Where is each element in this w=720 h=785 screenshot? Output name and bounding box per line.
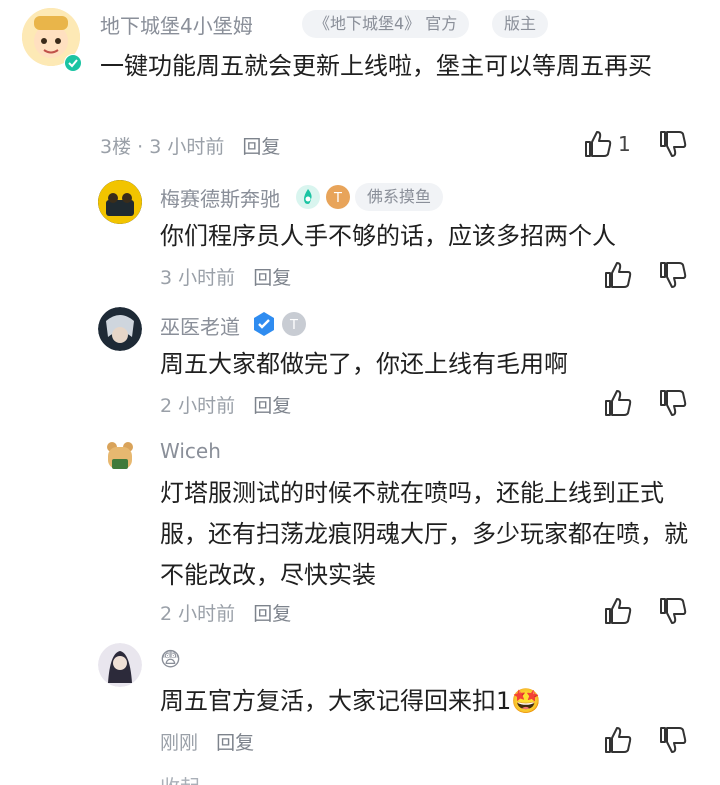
dislike-icon[interactable] [657, 258, 691, 292]
comment-meta: 3楼 · 3 小时前 回复 [100, 136, 281, 158]
level-badge-icon: T [281, 311, 307, 337]
official-tag: 《地下城堡4》 官方 [302, 10, 470, 38]
like-count: 1 [618, 132, 631, 156]
username[interactable]: 梅赛德斯奔驰 [160, 183, 280, 212]
collapse-replies-button[interactable]: 收起 [160, 771, 200, 785]
like-icon[interactable] [602, 258, 636, 292]
avatar[interactable] [98, 307, 142, 351]
avatar[interactable] [98, 435, 142, 479]
dislike-icon[interactable] [657, 127, 691, 161]
avatar[interactable] [98, 643, 142, 687]
dislike-icon[interactable] [657, 723, 691, 757]
user-tag: 佛系摸鱼 [355, 183, 444, 211]
avatar[interactable] [98, 180, 142, 224]
comment-text: 你们程序员人手不够的话，应该多招两个人 [160, 222, 616, 250]
reply-button[interactable]: 回复 [253, 603, 291, 625]
comment-meta: 3 小时前 回复 [160, 263, 291, 290]
dislike-icon[interactable] [657, 386, 691, 420]
flame-badge-icon [295, 184, 321, 210]
username[interactable]: Wiceh [160, 439, 221, 463]
like-icon[interactable] [602, 723, 636, 757]
moderator-tag: 版主 [492, 10, 549, 38]
comment-text: 灯塔服测试的时候不就在喷吗，还能上线到正式服，还有扫荡龙痕阴魂大厅，多少玩家都在… [160, 479, 688, 589]
username[interactable]: 地下城堡4小堡姆 [100, 10, 253, 39]
reply-button[interactable]: 回复 [216, 732, 254, 754]
level-badge-icon: T [325, 184, 351, 210]
comment-meta: 刚刚 回复 [160, 728, 254, 755]
svg-text:T: T [333, 191, 342, 206]
dislike-icon[interactable] [657, 594, 691, 628]
timestamp: 3 小时前 [149, 136, 225, 158]
comment-text: 周五官方复活，大家记得回来扣1🤩 [160, 687, 542, 715]
comment-meta: 2 小时前 回复 [160, 391, 291, 418]
reply-button[interactable]: 回复 [253, 395, 291, 417]
username[interactable]: 😨 [160, 647, 181, 671]
timestamp: 2 小时前 [160, 395, 236, 417]
svg-text:T: T [289, 318, 298, 333]
timestamp: 刚刚 [160, 732, 199, 754]
reply-button[interactable]: 回复 [242, 136, 280, 158]
like-icon[interactable] [602, 386, 636, 420]
username[interactable]: 巫医老道 [160, 311, 240, 340]
floor-number: 3楼 [100, 136, 132, 158]
like-icon[interactable] [602, 594, 636, 628]
verified-icon [64, 54, 82, 72]
verified-blue-icon [251, 311, 277, 337]
reply-button[interactable]: 回复 [253, 267, 291, 289]
like-icon[interactable] [582, 127, 616, 161]
timestamp: 3 小时前 [160, 267, 236, 289]
comment-text: 一键功能周五就会更新上线啦，堡主可以等周五再买 [100, 52, 652, 80]
timestamp: 2 小时前 [160, 603, 236, 625]
comment-meta: 2 小时前 回复 [160, 599, 291, 626]
comment-text: 周五大家都做完了，你还上线有毛用啊 [160, 350, 568, 378]
